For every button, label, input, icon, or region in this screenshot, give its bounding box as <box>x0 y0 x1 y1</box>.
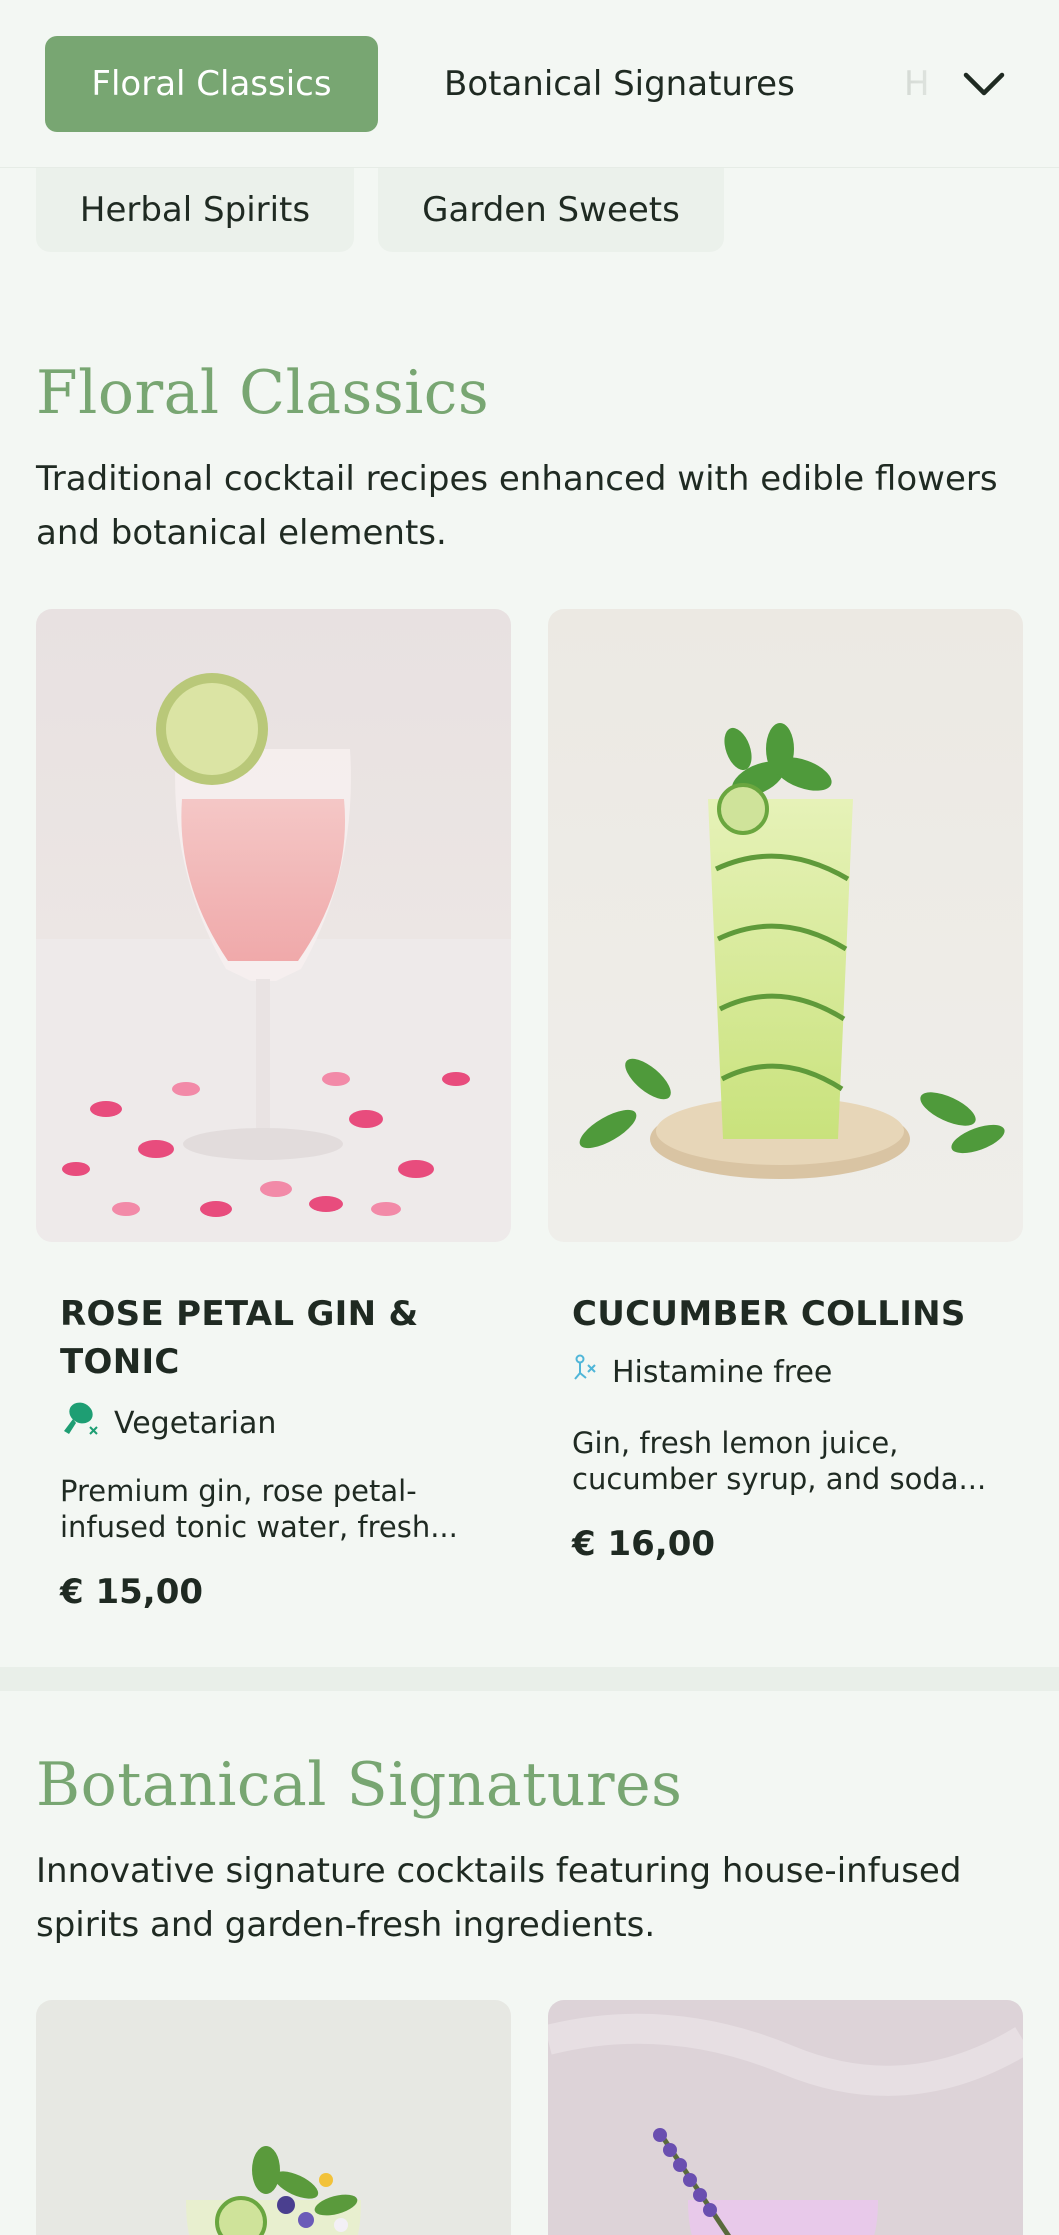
item-name-line: TONIC <box>60 1342 180 1382</box>
item-name-line: ROSE PETAL GIN & <box>60 1294 419 1334</box>
section-description-botanical-signatures: Innovative signature cocktails featuring… <box>36 1851 962 1945</box>
section-divider <box>0 1667 1059 1691</box>
chevron-down-icon[interactable] <box>960 60 1008 108</box>
item-price: € 16,00 <box>572 1524 716 1564</box>
dietary-tag: Histamine free <box>572 1353 832 1391</box>
cucumber-collins-image[interactable] <box>548 609 1023 1242</box>
tab-botanical-signatures[interactable]: Botanical Signatures <box>444 36 795 132</box>
section-description-floral-classics: Traditional cocktail recipes enhanced wi… <box>36 459 998 553</box>
item-description: Gin, fresh lemon juice, cucumber syrup, … <box>572 1425 992 1497</box>
item-description-line: infused tonic water, fresh... <box>60 1510 458 1544</box>
botanical-cocktail-image-2[interactable] <box>548 2000 1023 2235</box>
dietary-tag: Vegetarian <box>60 1401 276 1445</box>
botanical-cocktail-image-1[interactable] <box>36 2000 511 2235</box>
tab-herbal-spirits[interactable]: Herbal Spirits <box>36 168 354 252</box>
item-description-line: cucumber syrup, and soda... <box>572 1462 987 1496</box>
item-name-line: CUCUMBER COLLINS <box>572 1294 966 1334</box>
tab-floral-classics[interactable]: Floral Classics <box>45 36 378 132</box>
item-description: Premium gin, rose petal- infused tonic w… <box>60 1473 480 1545</box>
dietary-tag-label: Vegetarian <box>114 1405 277 1441</box>
tab-garden-sweets[interactable]: Garden Sweets <box>378 168 724 252</box>
section-title-floral-classics: Floral Classics <box>36 358 490 428</box>
section-title-botanical-signatures: Botanical Signatures <box>36 1750 683 1820</box>
item-price: € 15,00 <box>60 1572 204 1612</box>
vegetarian-drumstick-icon <box>60 1401 100 1445</box>
item-description-line: Gin, fresh lemon juice, <box>572 1426 899 1460</box>
item-description-line: Premium gin, rose petal- <box>60 1474 417 1508</box>
item-name[interactable]: CUCUMBER COLLINS <box>572 1290 992 1338</box>
category-nav: Floral Classics Botanical Signatures H <box>0 0 1059 168</box>
tabs-fade-overlay <box>880 36 960 132</box>
histamine-free-icon <box>572 1353 598 1391</box>
dietary-tag-label: Histamine free <box>612 1354 833 1390</box>
item-name[interactable]: ROSE PETAL GIN & TONIC <box>60 1290 480 1386</box>
rose-petal-gin-tonic-image[interactable] <box>36 609 511 1242</box>
